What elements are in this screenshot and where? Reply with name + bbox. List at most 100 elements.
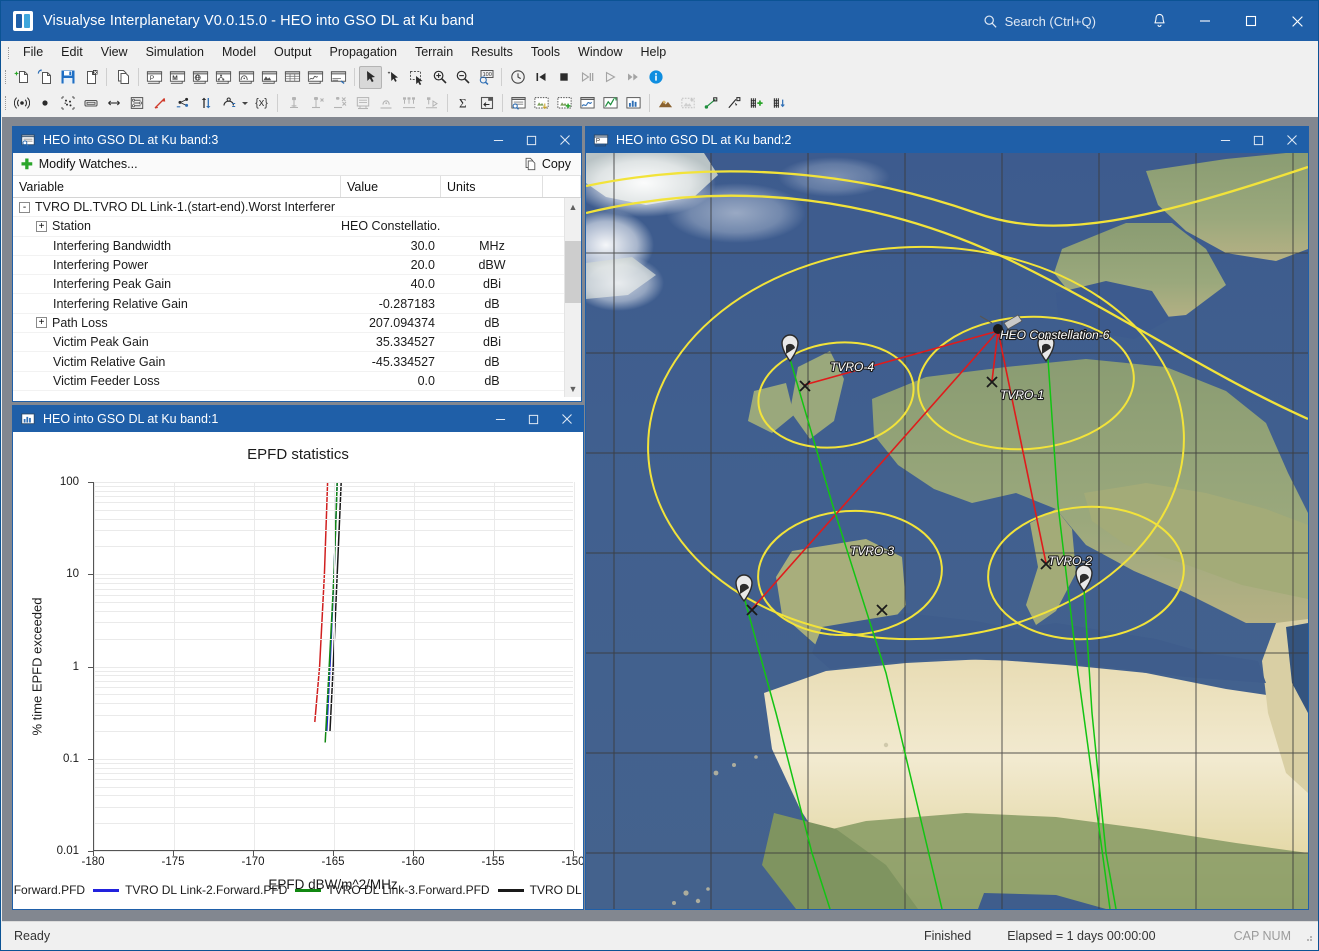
table-row[interactable]: Victim Feeder Loss 0.0 dB [13,372,581,391]
scrollbar-thumb[interactable] [564,241,581,303]
link-icon[interactable] [102,92,125,115]
map-window-body[interactable]: HEO Constellation-6 TVRO-4 TVRO-1 TVRO-3… [586,153,1308,909]
map-maximize-button[interactable] [1242,127,1275,153]
bar-chart-icon[interactable] [622,92,645,115]
new-pfd-view-icon[interactable]: P [143,66,166,89]
watch-maximize-button[interactable] [515,127,548,153]
group-dropdown-caret-icon[interactable] [240,92,250,115]
chart-maximize-button[interactable] [517,406,550,432]
transmitter-icon[interactable] [10,92,33,115]
map-minimize-button[interactable] [1209,127,1242,153]
multi-terrain-icon[interactable] [769,92,792,115]
multi-terrain-add-icon[interactable] [746,92,769,115]
new-table-view-icon[interactable] [281,66,304,89]
path-point-icon[interactable] [723,92,746,115]
chart-legend-item[interactable]: L Link-1.Forward.PFD [13,883,85,897]
select-rect-icon[interactable] [405,66,428,89]
column-header-variable[interactable]: Variable [13,176,341,197]
zoom-in-icon[interactable] [428,66,451,89]
terrain-area-icon[interactable] [677,92,700,115]
station-link-icon[interactable] [374,92,397,115]
chart-legend-item[interactable]: TVRO DL Link-2.Forward.PFD [93,883,287,897]
new-terrain-view-icon[interactable] [258,66,281,89]
fast-forward-icon[interactable] [621,66,644,89]
group-icon[interactable] [217,92,240,115]
expand-toggle-icon[interactable]: + [36,220,47,232]
minimize-button[interactable] [1182,1,1228,41]
zoom-100-icon[interactable]: 100 [474,66,497,89]
table-row[interactable]: Interfering Power 20.0 dBW [13,256,581,276]
select-pointer-icon[interactable] [359,65,382,89]
play-icon[interactable] [598,66,621,89]
new-map-view-icon[interactable]: M [166,66,189,89]
table-row[interactable]: Interfering Bandwidth 30.0 MHz [13,237,581,256]
scroll-down-arrow-icon[interactable]: ▼ [565,380,582,397]
dynamic-link-icon[interactable] [171,92,194,115]
pointing-icon[interactable] [148,92,171,115]
chart-legend-item[interactable]: TVRO DL Link-3.Forward.PFD [295,883,490,897]
save-as-icon[interactable] [79,66,102,89]
interference-paths-icon[interactable] [328,92,351,115]
point-station-icon[interactable] [33,92,56,115]
new-network-view-icon[interactable] [212,66,235,89]
chart-window-titlebar[interactable]: HEO into GSO DL at Ku band:1 [13,406,583,432]
select-point-icon[interactable] [382,66,405,89]
scroll-up-arrow-icon[interactable]: ▲ [565,198,582,215]
watch-vertical-scrollbar[interactable]: ▲ ▼ [564,198,581,397]
table-row[interactable]: + Station HEO Constellatio... [13,217,581,237]
info-icon[interactable] [644,66,667,89]
watch-close-button[interactable] [548,127,581,153]
epfd-chart[interactable]: EPFD statistics % time EPFD exceeded 100… [13,432,583,909]
path-analysis-icon[interactable] [420,92,443,115]
expand-toggle-icon[interactable]: + [36,317,47,329]
resize-grip-icon[interactable] [1299,928,1315,944]
menu-item-edit[interactable]: Edit [52,42,92,62]
collapse-toggle-icon[interactable]: - [19,201,30,213]
new-antenna-view-icon[interactable] [235,66,258,89]
menu-item-terrain[interactable]: Terrain [406,42,462,62]
variable-icon[interactable]: {x} [250,92,273,115]
new-file-icon[interactable] [10,66,33,89]
table-row[interactable]: Victim Relative Gain -45.334527 dB [13,352,581,372]
new-globe-view-icon[interactable] [189,66,212,89]
column-header-value[interactable]: Value [341,176,441,197]
maximize-button[interactable] [1228,1,1274,41]
column-header-units[interactable]: Units [441,176,543,197]
notifications-button[interactable] [1136,1,1182,41]
scrollbar-track[interactable] [564,215,581,380]
copy-button[interactable]: Copy [517,153,581,175]
table-row[interactable]: - TVRO DL.TVRO DL Link-1.(start-end).Wors… [13,198,581,218]
watch-window-icon[interactable] [507,92,530,115]
menu-item-output[interactable]: Output [265,42,321,62]
multi-link-icon[interactable] [125,92,148,115]
chart-close-button[interactable] [550,406,583,432]
step-back-icon[interactable] [529,66,552,89]
menu-item-help[interactable]: Help [632,42,676,62]
menu-item-simulation[interactable]: Simulation [137,42,213,62]
column-header-blank[interactable] [543,176,581,197]
watch-minimize-button[interactable] [482,127,515,153]
clock-icon[interactable] [506,66,529,89]
path-profile-icon[interactable] [700,92,723,115]
terrain-load-icon[interactable] [654,92,677,115]
area-station-icon[interactable] [79,92,102,115]
watch-window-titlebar[interactable]: HEO into GSO DL at Ku band:3 [13,127,581,153]
bidirectional-icon[interactable] [194,92,217,115]
menu-item-model[interactable]: Model [213,42,265,62]
results-window-icon[interactable] [530,92,553,115]
modify-watches-button[interactable]: ✚ Modify Watches... [13,153,146,175]
table-row[interactable]: Victim Peak Gain 35.334527 dBi [13,333,581,353]
menu-item-results[interactable]: Results [462,42,522,62]
close-button[interactable] [1274,1,1318,41]
save-icon[interactable] [56,66,79,89]
export-icon[interactable] [475,92,498,115]
map-close-button[interactable] [1275,127,1308,153]
table-row[interactable]: Interfering Peak Gain 40.0 dBi [13,275,581,295]
add-interference-icon[interactable] [282,92,305,115]
menu-item-tools[interactable]: Tools [522,42,569,62]
menu-item-view[interactable]: View [92,42,137,62]
new-watch-view-icon[interactable] [327,66,350,89]
new-chart-view-icon[interactable] [304,66,327,89]
copy-icon[interactable] [111,66,134,89]
map-window-titlebar[interactable]: P HEO into GSO DL at Ku band:2 [586,127,1308,153]
